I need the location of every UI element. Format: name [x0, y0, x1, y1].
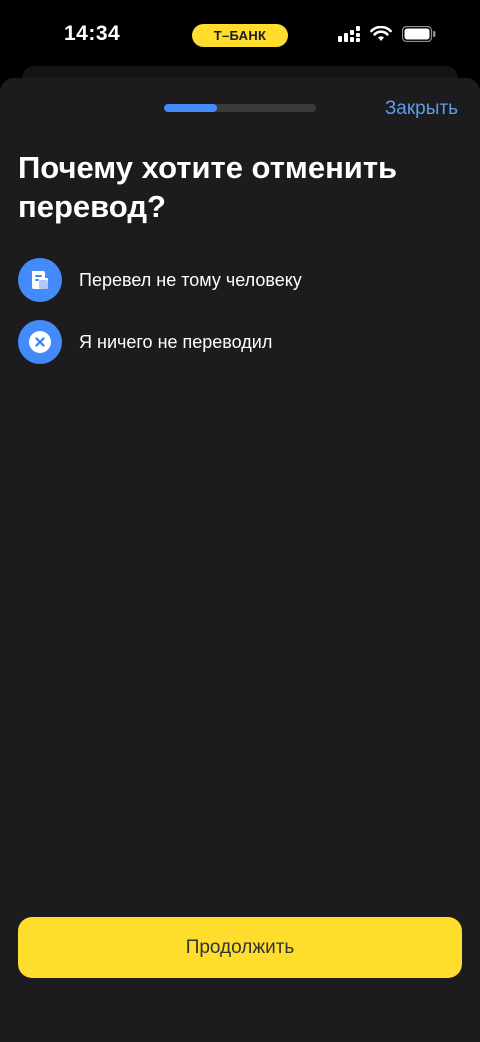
- battery-icon: [401, 25, 436, 47]
- option-label: Я ничего не переводил: [79, 331, 273, 352]
- cancel-x-icon: [18, 320, 62, 364]
- option-label: Перевел не тому человеку: [79, 269, 302, 290]
- option-did-not-transfer[interactable]: Я ничего не переводил: [18, 320, 462, 364]
- progress-bar: [164, 104, 316, 112]
- status-bar: 14:34 Т–БАНК: [0, 0, 480, 70]
- cellular-signal-icon: [338, 25, 360, 47]
- continue-button[interactable]: Продолжить: [18, 917, 462, 978]
- progress-fill: [164, 104, 218, 112]
- page-title: Почему хотите отменить перевод?: [18, 150, 398, 224]
- close-button[interactable]: Закрыть: [385, 98, 458, 120]
- status-icons: [338, 25, 436, 47]
- cancel-transfer-sheet: Закрыть Почему хотите отменить перевод? …: [0, 78, 480, 1042]
- option-wrong-recipient[interactable]: Перевел не тому человеку: [18, 258, 462, 302]
- screen: 14:34 Т–БАНК Закрыть Почему хотите отмен…: [0, 0, 480, 1042]
- wifi-icon: [370, 25, 392, 47]
- bank-badge: Т–БАНК: [192, 24, 288, 47]
- document-icon: [18, 258, 62, 302]
- status-time: 14:34: [64, 22, 121, 45]
